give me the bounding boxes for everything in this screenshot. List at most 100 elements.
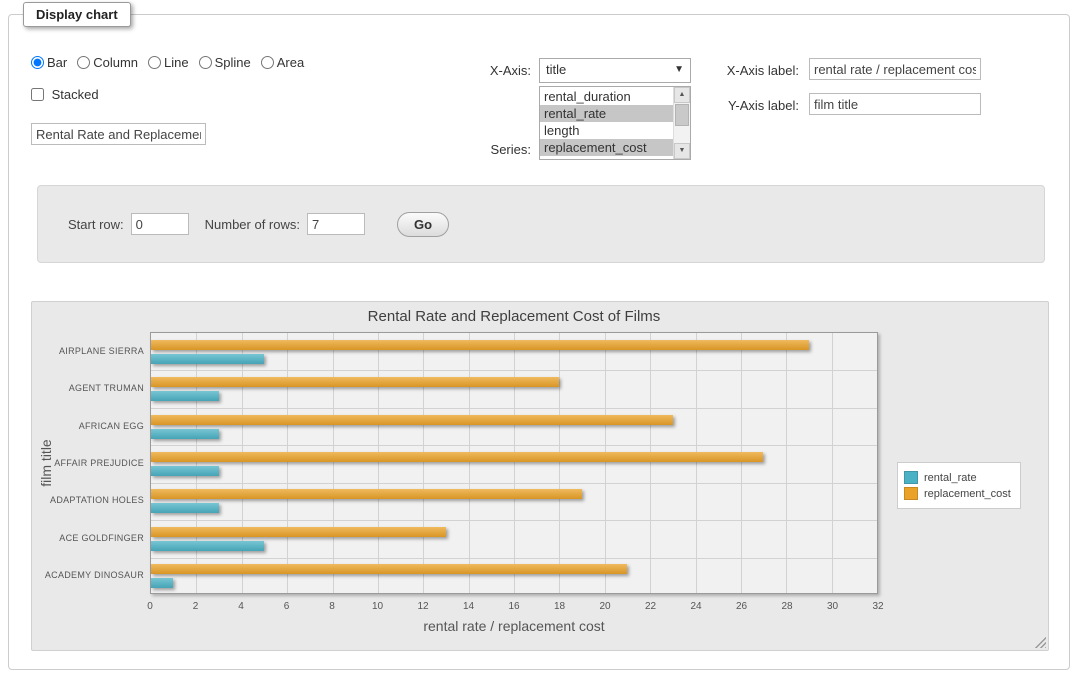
x-tick-label: 16 [508, 601, 519, 612]
x-tick-label: 4 [238, 601, 244, 612]
legend-entry: replacement_cost [904, 487, 1011, 500]
gridline-vertical [287, 333, 288, 593]
x-tick-label: 30 [827, 601, 838, 612]
x-axis-label-input[interactable] [809, 58, 981, 80]
chart-type-option-area[interactable]: Area [261, 55, 304, 70]
gridline-horizontal [151, 370, 877, 371]
y-axis-label-input[interactable] [809, 93, 981, 115]
x-tick-label: 22 [645, 601, 656, 612]
gridline-vertical [196, 333, 197, 593]
start-row-input[interactable] [131, 213, 189, 235]
bar-rental_rate [151, 503, 219, 513]
bar-replacement_cost [151, 377, 559, 387]
resize-handle-icon[interactable] [1034, 636, 1046, 648]
plot-area [150, 332, 878, 594]
gridline-horizontal [151, 483, 877, 484]
x-tick-label: 12 [417, 601, 428, 612]
x-tick-label: 2 [193, 601, 199, 612]
number-of-rows-input[interactable] [307, 213, 365, 235]
bar-replacement_cost [151, 452, 763, 462]
x-tick-label: 0 [147, 601, 153, 612]
chart-title-input[interactable] [31, 123, 206, 145]
gridline-horizontal [151, 445, 877, 446]
gridline-vertical [423, 333, 424, 593]
chart-type-group: Bar Column Line Spline Area [31, 55, 314, 70]
chart-container: Rental Rate and Replacement Cost of Film… [31, 301, 1049, 651]
chart-type-radio-area[interactable] [261, 56, 274, 69]
chart-type-radio-line[interactable] [148, 56, 161, 69]
bar-rental_rate [151, 391, 219, 401]
y-tick-label: ACADEMY DINOSAUR [32, 570, 144, 580]
y-tick-label: AIRPLANE SIERRA [32, 346, 144, 356]
series-option[interactable]: rental_duration [540, 88, 673, 105]
x-tick-label: 18 [554, 601, 565, 612]
x-axis-selected-value: title [546, 62, 566, 77]
gridline-vertical [333, 333, 334, 593]
series-select-label: Series: [439, 142, 531, 157]
gridline-vertical [650, 333, 651, 593]
chart-title: Rental Rate and Replacement Cost of Film… [150, 308, 878, 325]
number-of-rows-label: Number of rows: [205, 217, 300, 232]
chart-type-radio-column[interactable] [77, 56, 90, 69]
series-scrollbar[interactable]: ▲ ▼ [673, 87, 690, 159]
gridline-vertical [786, 333, 787, 593]
chart-type-radio-spline[interactable] [199, 56, 212, 69]
gridline-vertical [242, 333, 243, 593]
y-tick-label: ACE GOLDFINGER [32, 533, 144, 543]
scroll-down-icon[interactable]: ▼ [674, 143, 690, 159]
x-axis-select-label: X-Axis: [439, 63, 531, 78]
gridline-horizontal [151, 558, 877, 559]
stacked-checkbox[interactable] [31, 88, 44, 101]
x-tick-label: 24 [690, 601, 701, 612]
gridline-vertical [741, 333, 742, 593]
stacked-label: Stacked [52, 87, 99, 102]
row-range-panel: Start row: Number of rows: Go [37, 185, 1045, 263]
chart-legend: rental_rate replacement_cost [897, 462, 1021, 509]
series-option[interactable]: rental_rate [540, 105, 673, 122]
series-listbox[interactable]: rental_durationrental_ratelengthreplacem… [539, 86, 691, 160]
y-tick-label: AGENT TRUMAN [32, 383, 144, 393]
gridline-vertical [696, 333, 697, 593]
x-axis-title: rental rate / replacement cost [150, 618, 878, 634]
dropdown-arrow-icon: ▼ [674, 64, 684, 75]
y-tick-label: AFRICAN EGG [32, 421, 144, 431]
gridline-horizontal [151, 408, 877, 409]
legend-label: replacement_cost [924, 488, 1011, 500]
bar-replacement_cost [151, 340, 809, 350]
gridline-vertical [832, 333, 833, 593]
chart-type-option-line[interactable]: Line [148, 55, 189, 70]
series-option[interactable]: replacement_cost [540, 139, 673, 156]
bar-rental_rate [151, 466, 219, 476]
legend-label: rental_rate [924, 472, 977, 484]
gridline-vertical [559, 333, 560, 593]
x-tick-label: 14 [463, 601, 474, 612]
stacked-option[interactable]: Stacked [31, 87, 99, 102]
x-tick-label: 10 [372, 601, 383, 612]
bar-rental_rate [151, 578, 173, 588]
bar-rental_rate [151, 429, 219, 439]
scroll-up-icon[interactable]: ▲ [674, 87, 690, 103]
series-options: rental_durationrental_ratelengthreplacem… [540, 87, 673, 156]
chart-type-option-column[interactable]: Column [77, 55, 138, 70]
gridline-vertical [378, 333, 379, 593]
bar-rental_rate [151, 354, 264, 364]
x-axis-select[interactable]: title ▼ [539, 58, 691, 83]
chart-type-option-spline[interactable]: Spline [199, 55, 251, 70]
x-tick-label: 20 [599, 601, 610, 612]
gridline-horizontal [151, 520, 877, 521]
y-tick-label: ADAPTATION HOLES [32, 495, 144, 505]
display-chart-panel: Display chart BarColumnLineSplineArea St… [8, 14, 1070, 670]
series-option[interactable]: length [540, 122, 673, 139]
legend-entry: rental_rate [904, 471, 1011, 484]
gridline-vertical [514, 333, 515, 593]
scrollbar-thumb[interactable] [675, 104, 689, 126]
x-axis-label-label: X-Axis label: [699, 63, 799, 78]
x-tick-label: 28 [781, 601, 792, 612]
chart-type-option-bar[interactable]: Bar [31, 55, 67, 70]
legend-swatch-replacement_cost [904, 487, 918, 500]
go-button[interactable]: Go [397, 212, 449, 237]
gridline-vertical [605, 333, 606, 593]
x-tick-label: 26 [736, 601, 747, 612]
x-tick-label: 6 [284, 601, 290, 612]
chart-type-radio-bar[interactable] [31, 56, 44, 69]
